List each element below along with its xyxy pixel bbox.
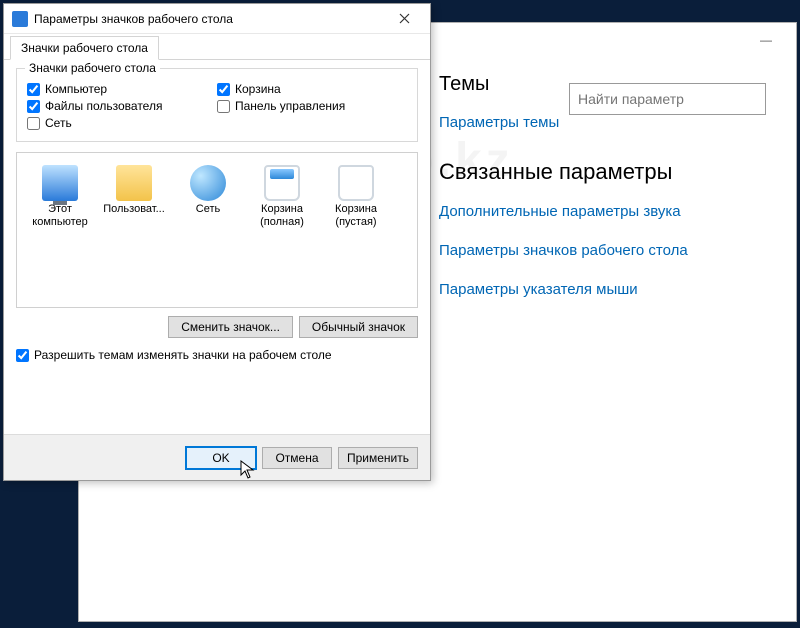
checkbox-recycle-bin[interactable]: Корзина: [217, 82, 407, 96]
network-icon: [190, 165, 226, 201]
checkbox-network[interactable]: Сеть: [27, 116, 217, 130]
checkbox-grid: Компьютер Файлы пользователя Сеть Корзин…: [27, 79, 407, 133]
folder-icon: [116, 165, 152, 201]
checkbox-label: Файлы пользователя: [45, 99, 162, 113]
icon-label: Корзина: [319, 203, 393, 216]
dialog-title: Параметры значков рабочего стола: [34, 12, 384, 26]
checkbox-network-input[interactable]: [27, 117, 40, 130]
dialog-app-icon: [12, 11, 28, 27]
groupbox-legend: Значки рабочего стола: [25, 61, 160, 75]
close-icon: [399, 13, 410, 24]
icon-buttons-row: Сменить значок... Обычный значок: [16, 316, 418, 338]
icon-label: Пользоват...: [97, 203, 171, 216]
close-button[interactable]: [384, 6, 424, 32]
mouse-pointer-settings-link[interactable]: Параметры указателя мыши: [439, 281, 766, 298]
dialog-titlebar[interactable]: Параметры значков рабочего стола: [4, 4, 430, 34]
themes-settings-link[interactable]: Параметры темы: [439, 114, 766, 131]
tab-row: Значки рабочего стола: [4, 34, 430, 60]
related-heading: Связанные параметры: [439, 159, 766, 185]
recycle-bin-full-icon: [264, 165, 300, 201]
minimize-button[interactable]: —: [744, 25, 788, 55]
dialog-footer: OK Отмена Применить: [4, 434, 430, 480]
checkbox-label: Корзина: [235, 82, 281, 96]
icon-this-pc[interactable]: Этот компьютер: [23, 161, 97, 231]
apply-button[interactable]: Применить: [338, 447, 418, 469]
ok-button[interactable]: OK: [186, 447, 256, 469]
tab-panel: Значки рабочего стола Компьютер Файлы по…: [4, 60, 430, 370]
icon-user[interactable]: Пользоват...: [97, 161, 171, 231]
desktop-icons-settings-link[interactable]: Параметры значков рабочего стола: [439, 242, 766, 259]
change-icon-button[interactable]: Сменить значок...: [168, 316, 293, 338]
checkbox-computer-input[interactable]: [27, 83, 40, 96]
icon-recycle-full[interactable]: Корзина (полная): [245, 161, 319, 231]
icons-list[interactable]: Этот компьютер Пользоват... Сеть Корзина…: [16, 152, 418, 308]
checkbox-label: Панель управления: [235, 99, 345, 113]
themes-heading: Темы: [439, 73, 766, 96]
icon-label: компьютер: [23, 216, 97, 229]
checkbox-computer[interactable]: Компьютер: [27, 82, 217, 96]
sound-settings-link[interactable]: Дополнительные параметры звука: [439, 203, 766, 220]
icon-label: (полная): [245, 216, 319, 229]
checkbox-user-files[interactable]: Файлы пользователя: [27, 99, 217, 113]
checkbox-label: Сеть: [45, 116, 72, 130]
icon-label: (пустая): [319, 216, 393, 229]
tab-desktop-icons[interactable]: Значки рабочего стола: [10, 36, 159, 60]
checkbox-user-files-input[interactable]: [27, 100, 40, 113]
icon-recycle-empty[interactable]: Корзина (пустая): [319, 161, 393, 231]
icons-groupbox: Значки рабочего стола Компьютер Файлы по…: [16, 68, 418, 142]
icon-label: Корзина: [245, 203, 319, 216]
cancel-button[interactable]: Отмена: [262, 447, 332, 469]
desktop-icon-settings-dialog: Параметры значков рабочего стола Значки …: [3, 3, 431, 481]
computer-icon: [42, 165, 78, 201]
checkbox-control-panel[interactable]: Панель управления: [217, 99, 407, 113]
allow-themes-label: Разрешить темам изменять значки на рабоч…: [34, 348, 332, 362]
icon-network[interactable]: Сеть: [171, 161, 245, 231]
allow-themes-checkbox[interactable]: Разрешить темам изменять значки на рабоч…: [16, 348, 418, 362]
default-icon-button[interactable]: Обычный значок: [299, 316, 418, 338]
recycle-bin-empty-icon: [338, 165, 374, 201]
checkbox-label: Компьютер: [45, 82, 107, 96]
allow-themes-input[interactable]: [16, 349, 29, 362]
checkbox-control-panel-input[interactable]: [217, 100, 230, 113]
icon-label: Сеть: [171, 203, 245, 216]
checkbox-recycle-bin-input[interactable]: [217, 83, 230, 96]
settings-content: Темы Параметры темы Связанные параметры …: [439, 63, 786, 320]
